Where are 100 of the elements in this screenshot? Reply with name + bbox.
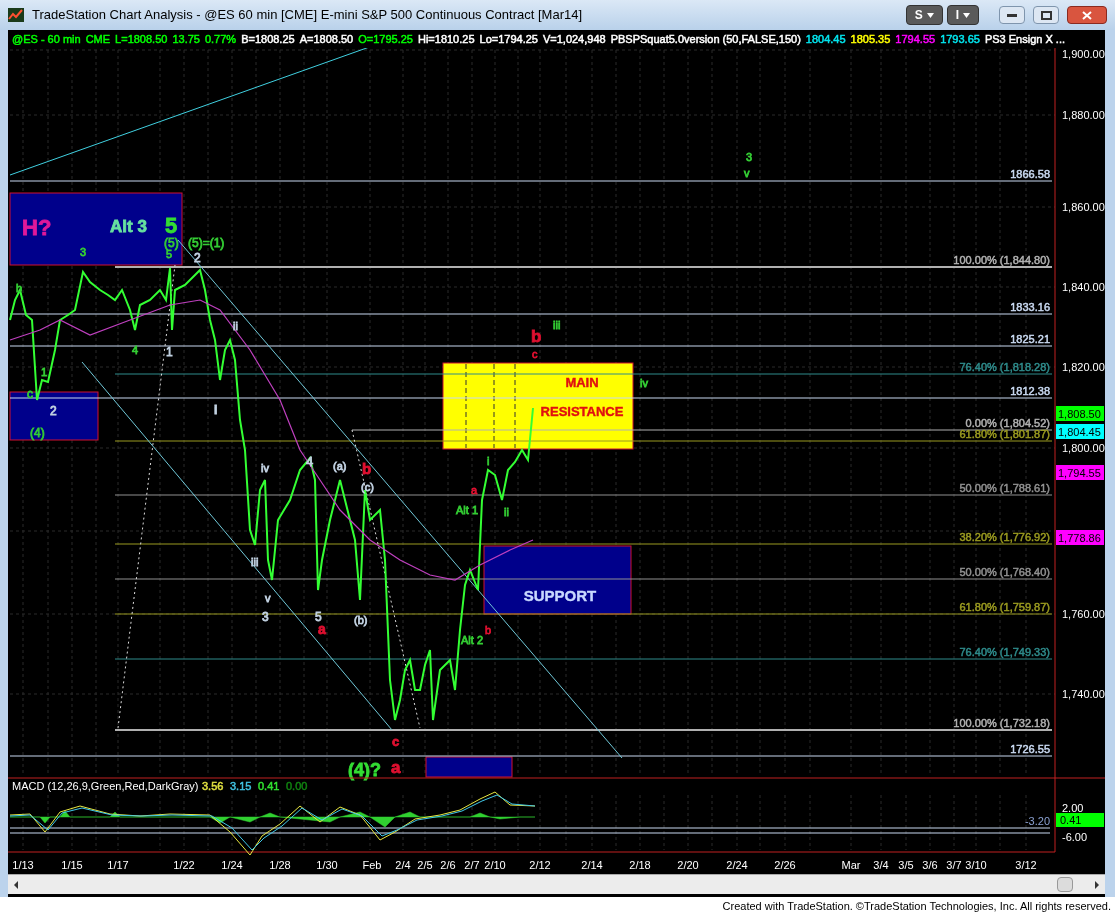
date-axis-label: 1/22 — [173, 859, 195, 871]
wave-label: ii — [504, 506, 509, 518]
date-axis-label: Mar — [841, 859, 861, 871]
date-axis-label: 1/17 — [107, 859, 129, 871]
date-axis-label: 3/4 — [873, 859, 889, 871]
indicator-marker: 0.41 — [1056, 813, 1104, 827]
wave-label: (5) — [164, 236, 179, 250]
indicator-axis-label: -6.00 — [1062, 831, 1088, 843]
minimize-button[interactable] — [999, 6, 1025, 24]
price-axis-label: 1,760.00 — [1062, 608, 1105, 620]
level-label: 61.80% (1,801.87) — [959, 428, 1050, 440]
wave-label: 5 — [166, 248, 173, 260]
quote-field: Lo=1794.25 — [479, 30, 538, 48]
wave-label: c — [532, 348, 538, 360]
maximize-icon — [1040, 10, 1052, 20]
level-label: 1825.21 — [1010, 333, 1050, 345]
quote-field: @ES - 60 min — [12, 30, 81, 48]
close-button[interactable] — [1067, 6, 1107, 24]
price-axis-label: 1,740.00 — [1062, 688, 1105, 700]
wave-label: v — [265, 592, 271, 604]
indicator-axis-label: 2.00 — [1062, 802, 1084, 814]
wave-label: 2 — [194, 251, 201, 265]
zone-label: MAIN — [565, 375, 599, 390]
quote-field: CME — [85, 30, 111, 48]
date-axis-label: 1/24 — [221, 859, 243, 871]
scroll-right-icon[interactable] — [1093, 879, 1101, 890]
level-label: 100.00% (1,844.80) — [953, 254, 1050, 266]
wave-label: b — [362, 460, 372, 477]
wave-label: 2 — [50, 404, 57, 418]
price-axis-label: 1,840.00 — [1062, 281, 1105, 293]
chart-app-icon — [8, 8, 24, 22]
menu-dropdown-button[interactable]: I — [946, 5, 979, 25]
wave-label: Alt 1 — [456, 504, 478, 516]
quote-field: 1804.45 — [805, 30, 846, 48]
minimize-icon — [1007, 13, 1017, 17]
quote-field: 1793.65 — [940, 30, 980, 48]
wave-label: a — [391, 758, 401, 777]
level-label: 76.40% (1,818.28) — [959, 361, 1050, 373]
wave-label: 5 — [165, 213, 178, 238]
quote-field: PBSPSquat5.0version (50,FALSE,150) — [610, 30, 801, 48]
date-axis-label: 2/12 — [529, 859, 551, 871]
scroll-left-icon[interactable] — [12, 879, 20, 890]
quote-field: 1805.35 — [850, 30, 891, 48]
quote-field: L=1808.50 — [115, 30, 168, 48]
price-marker: 1,794.55 — [1056, 465, 1104, 480]
indicator-value: 3.56 — [202, 780, 224, 792]
wave-label: b — [531, 327, 542, 346]
price-axis-label: 1,880.00 — [1062, 109, 1105, 121]
wave-label: c — [27, 387, 33, 401]
date-axis-label: 2/5 — [417, 859, 433, 871]
indicator-value: 0.00 — [286, 780, 308, 792]
wave-label: a — [471, 484, 478, 496]
indicator-value: 3.15 — [230, 780, 252, 792]
indicator-level-label: -3.20 — [1024, 815, 1050, 827]
wave-label: H? — [22, 215, 52, 240]
level-label: 50.00% (1,768.40) — [959, 566, 1050, 578]
wave-label: b — [485, 624, 492, 636]
scrollbar[interactable] — [8, 874, 1105, 894]
date-axis-label: 1/28 — [269, 859, 291, 871]
wave-label: 3 — [80, 246, 87, 258]
date-axis-label: 3/5 — [898, 859, 914, 871]
maximize-button[interactable] — [1033, 6, 1059, 24]
date-axis-label: 2/4 — [395, 859, 411, 871]
wave-label: (4) — [30, 426, 45, 440]
quote-field: A=1808.50 — [299, 30, 354, 48]
wave-label: b — [16, 282, 23, 294]
wave-label: (a) — [333, 460, 347, 472]
date-axis-label: 2/20 — [677, 859, 699, 871]
quote-field: PS3 Ensign X ... — [984, 30, 1065, 48]
scrollbar-thumb[interactable] — [1057, 877, 1073, 892]
wave-label: ii — [233, 320, 238, 332]
level-label: 61.80% (1,759.87) — [959, 601, 1050, 613]
price-marker: 1,808.50 — [1056, 406, 1104, 421]
footer-credit: Created with TradeStation. ©TradeStation Technologies, Inc. All rights reserved. — [722, 898, 1111, 914]
wave-label: iv — [261, 462, 269, 474]
date-axis-label: 1/30 — [316, 859, 338, 871]
price-axis-label: 1,860.00 — [1062, 201, 1105, 213]
date-axis-label: 2/24 — [726, 859, 748, 871]
date-axis-label: Feb — [362, 859, 382, 871]
wave-label: i — [487, 455, 490, 467]
wave-label: v — [744, 167, 750, 179]
wave-label: 4 — [306, 454, 314, 469]
caret-icon — [963, 12, 970, 18]
caret-icon — [926, 12, 934, 18]
date-axis-label: 3/7 — [946, 859, 962, 871]
wave-label: 5 — [315, 610, 322, 624]
wave-label: 1 — [166, 345, 173, 359]
menu-dropdown-button[interactable]: S — [905, 5, 943, 25]
indicator-value: 0.41 — [258, 780, 280, 792]
date-axis-label: 1/15 — [61, 859, 83, 871]
level-label: 1726.55 — [1010, 743, 1050, 755]
wave-label: c — [392, 734, 400, 749]
date-axis-label: 2/14 — [581, 859, 603, 871]
level-label: 38.20% (1,776.92) — [959, 531, 1050, 543]
date-axis-label: 3/10 — [965, 859, 987, 871]
wave-label: (c) — [361, 481, 374, 493]
indicator-label: MACD (12,26,9,Green,Red,DarkGray) — [12, 780, 199, 792]
wave-label: 1 — [41, 366, 48, 378]
date-axis-label: 3/12 — [1015, 859, 1037, 871]
quote-field: Hi=1810.25 — [417, 30, 475, 48]
